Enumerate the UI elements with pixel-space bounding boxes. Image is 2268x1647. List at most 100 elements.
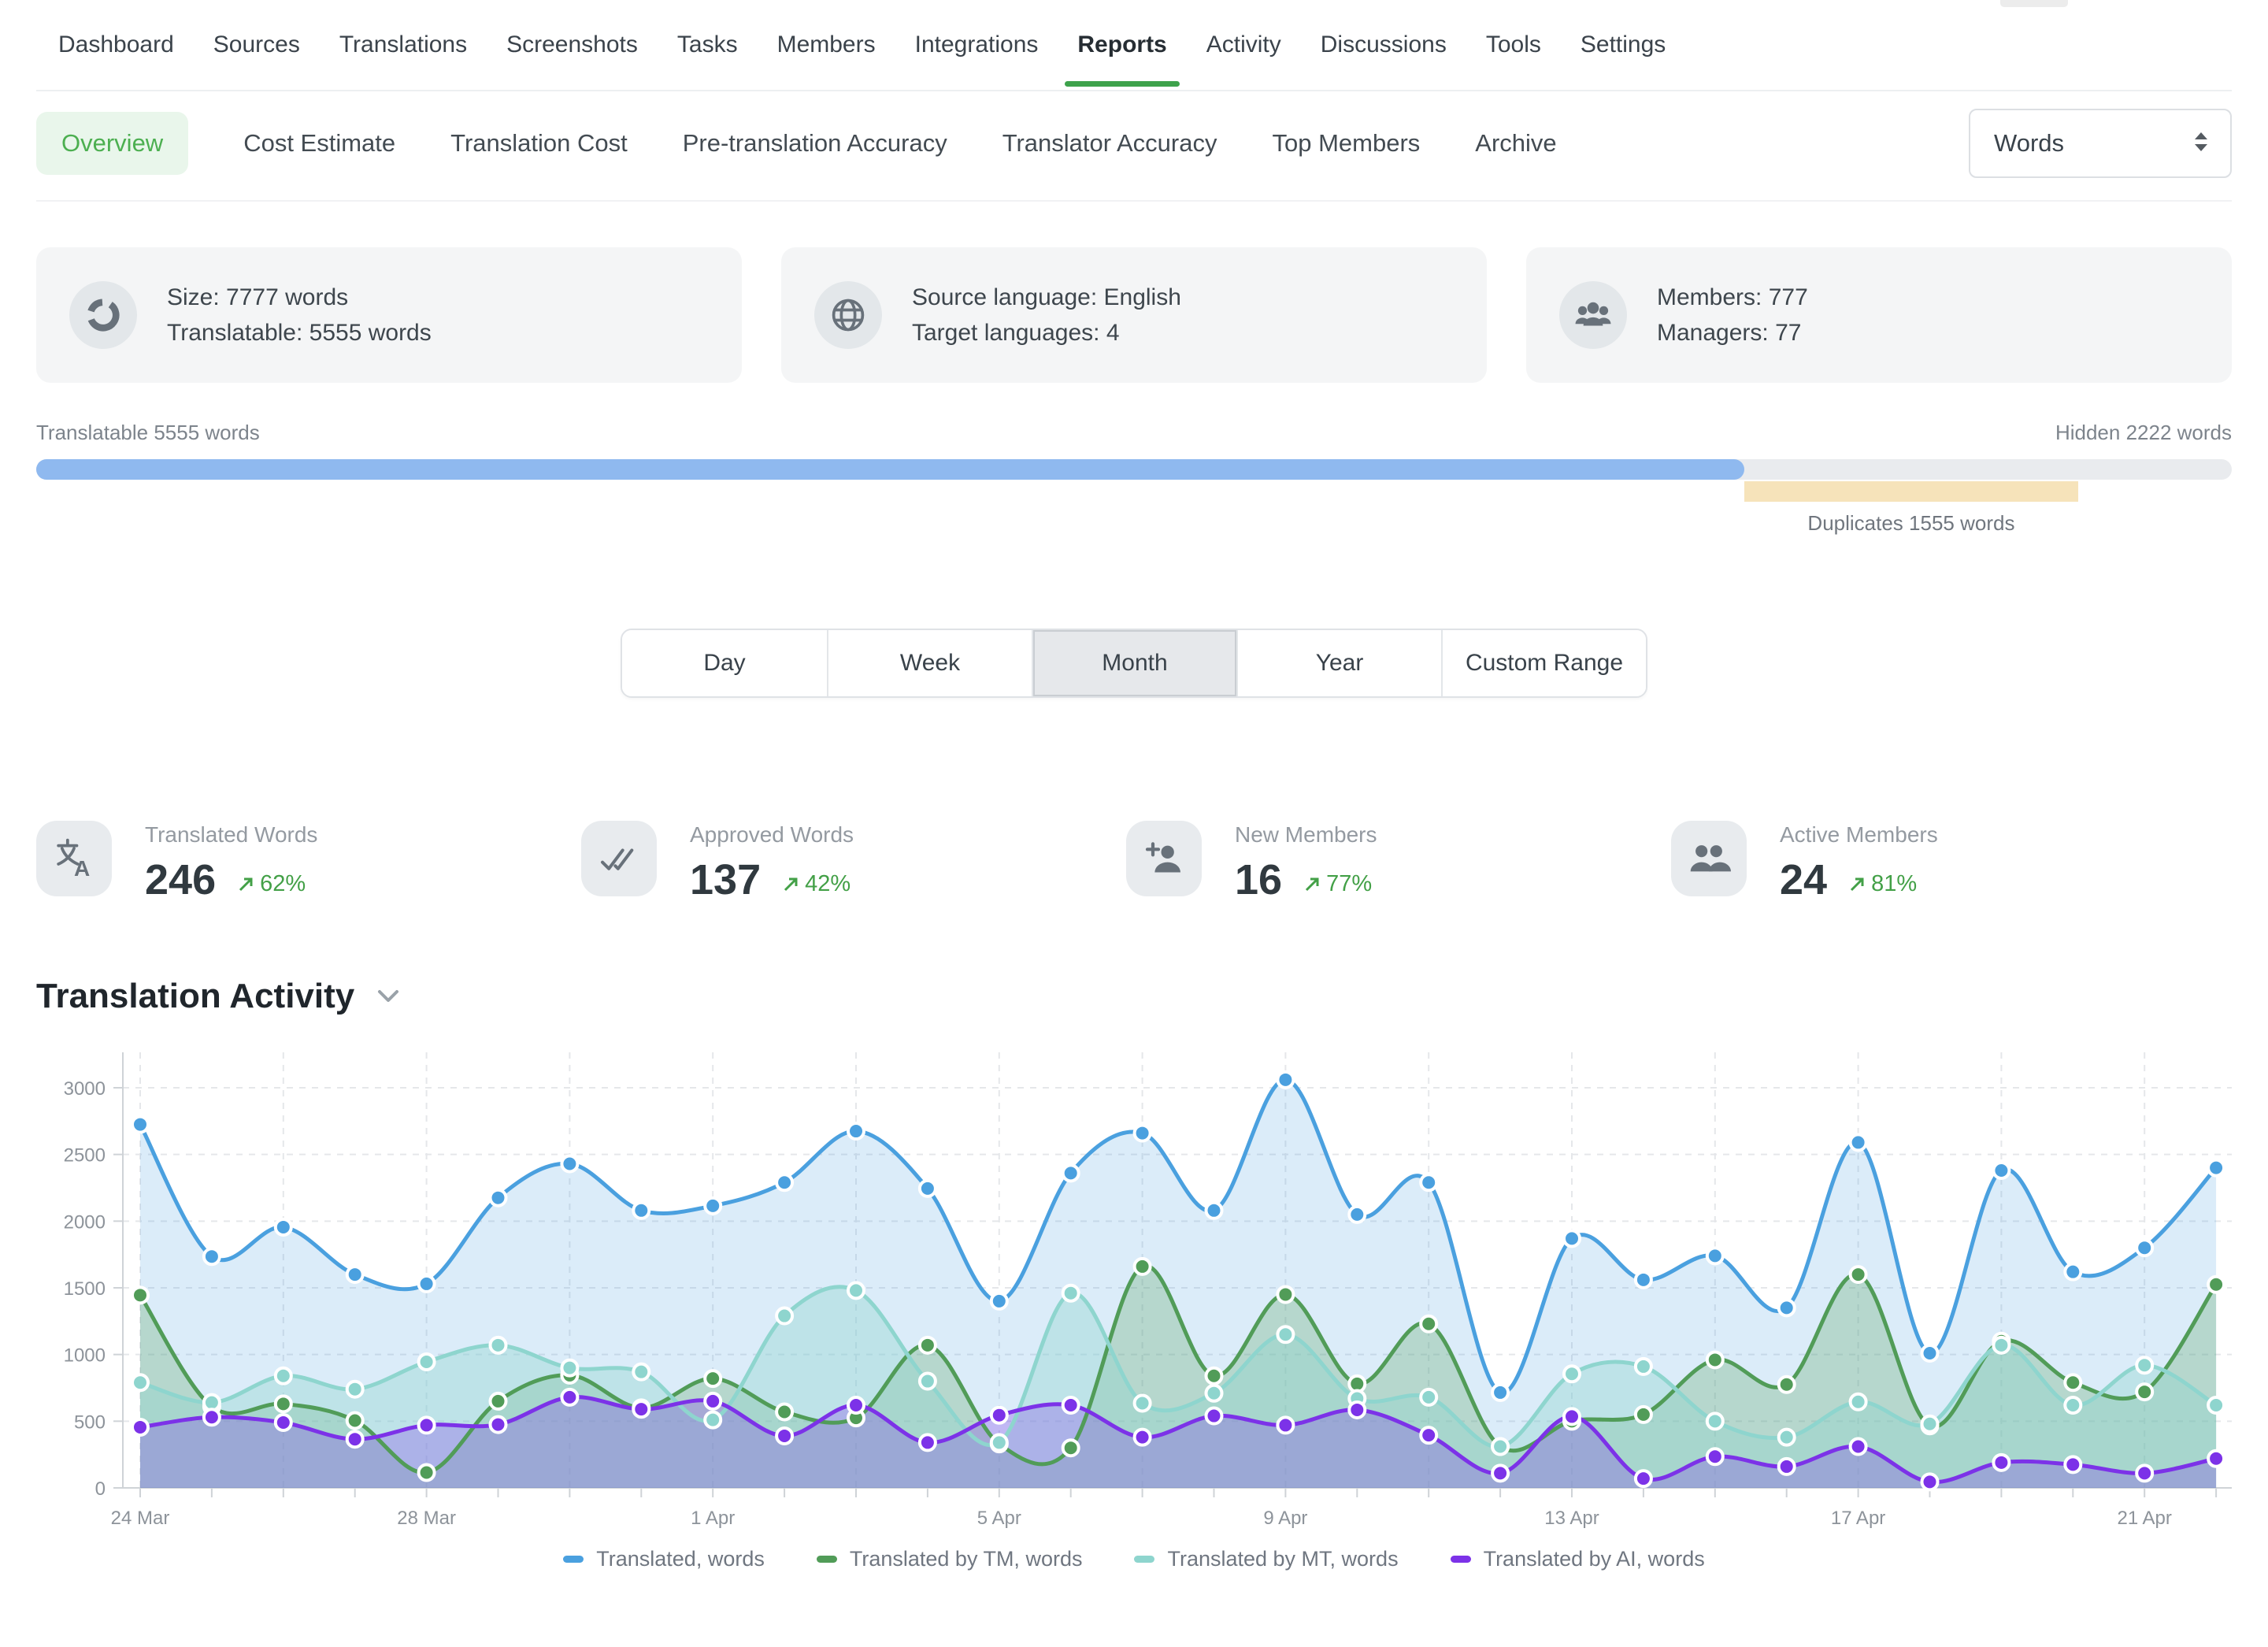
stat-label: Active Members bbox=[1780, 822, 1938, 848]
legend-item-translated-by-mt[interactable]: Translated by MT, words bbox=[1134, 1547, 1398, 1571]
translated-words-stat: A Translated Words 246 62% bbox=[36, 821, 581, 904]
range-tab-month[interactable]: Month bbox=[1032, 630, 1236, 696]
globe-icon bbox=[814, 281, 882, 349]
tab-archive[interactable]: Archive bbox=[1475, 129, 1556, 158]
kpi-stats: A Translated Words 246 62% Approved Word… bbox=[36, 821, 2232, 904]
reports-overview-page: Dashboard Sources Translations Screensho… bbox=[0, 0, 2268, 1647]
stat-delta: 62% bbox=[260, 871, 306, 897]
chart-legend: Translated, words Translated by TM, word… bbox=[36, 1547, 2232, 1571]
legend-item-translated-by-ai[interactable]: Translated by AI, words bbox=[1451, 1547, 1705, 1571]
svg-text:5 Apr: 5 Apr bbox=[977, 1508, 1021, 1529]
nav-item-screenshots[interactable]: Screenshots bbox=[505, 5, 639, 85]
svg-text:9 Apr: 9 Apr bbox=[1263, 1508, 1307, 1529]
approved-words-stat: Approved Words 137 42% bbox=[581, 821, 1126, 904]
reports-subnav: Overview Cost Estimate Translation Cost … bbox=[36, 91, 2232, 202]
legend-swatch bbox=[1134, 1556, 1154, 1563]
tab-overview[interactable]: Overview bbox=[36, 112, 188, 175]
stat-label: New Members bbox=[1235, 822, 1377, 848]
unit-select-value: Words bbox=[1994, 129, 2191, 158]
svg-text:28 Mar: 28 Mar bbox=[397, 1508, 456, 1529]
range-tab-custom-range[interactable]: Custom Range bbox=[1441, 630, 1646, 696]
translatable-words-label: Translatable 5555 words bbox=[36, 421, 260, 445]
source-language-line: Source language: English bbox=[912, 280, 1181, 315]
person-add-icon bbox=[1126, 821, 1202, 896]
sync-icon bbox=[69, 281, 137, 349]
hidden-words-label: Hidden 2222 words bbox=[2055, 421, 2232, 445]
svg-text:24 Mar: 24 Mar bbox=[111, 1508, 170, 1529]
svg-text:21 Apr: 21 Apr bbox=[2118, 1508, 2172, 1529]
top-navigation: Dashboard Sources Translations Screensho… bbox=[36, 0, 2232, 91]
summary-cards: Size: 7777 words Translatable: 5555 word… bbox=[36, 247, 2232, 383]
target-languages-line: Target languages: 4 bbox=[912, 315, 1181, 351]
legend-label: Translated by MT, words bbox=[1167, 1547, 1398, 1571]
translatable-line: Translatable: 5555 words bbox=[167, 315, 432, 351]
select-updown-icon bbox=[2191, 126, 2211, 161]
legend-swatch bbox=[1451, 1556, 1471, 1563]
nav-item-dashboard[interactable]: Dashboard bbox=[57, 5, 176, 85]
nav-item-discussions[interactable]: Discussions bbox=[1319, 5, 1448, 85]
nav-item-reports[interactable]: Reports bbox=[1076, 5, 1168, 85]
legend-item-translated-by-tm[interactable]: Translated by TM, words bbox=[817, 1547, 1083, 1571]
duplicates-label: Duplicates 1555 words bbox=[1807, 511, 2014, 536]
translatable-segment bbox=[36, 459, 1744, 480]
stat-label: Translated Words bbox=[145, 822, 317, 848]
tab-translator-accuracy[interactable]: Translator Accuracy bbox=[1002, 129, 1217, 158]
legend-item-translated[interactable]: Translated, words bbox=[563, 1547, 765, 1571]
nav-item-tools[interactable]: Tools bbox=[1484, 5, 1543, 85]
range-tab-week[interactable]: Week bbox=[827, 630, 1032, 696]
stat-label: Approved Words bbox=[690, 822, 854, 848]
trend-up-icon bbox=[1303, 874, 1323, 894]
svg-text:1 Apr: 1 Apr bbox=[691, 1508, 735, 1529]
trend-up-icon bbox=[1847, 874, 1868, 894]
nav-item-activity[interactable]: Activity bbox=[1205, 5, 1283, 85]
nav-item-settings[interactable]: Settings bbox=[1579, 5, 1667, 85]
range-tab-day[interactable]: Day bbox=[622, 630, 827, 696]
translate-icon: A bbox=[36, 821, 112, 896]
tab-translation-cost[interactable]: Translation Cost bbox=[450, 129, 628, 158]
svg-text:1000: 1000 bbox=[64, 1345, 106, 1367]
svg-text:2000: 2000 bbox=[64, 1211, 106, 1233]
translation-activity-chart: 05001000150020002500300024 Mar28 Mar1 Ap… bbox=[36, 1038, 2232, 1542]
stat-delta: 42% bbox=[805, 871, 850, 897]
tab-top-members[interactable]: Top Members bbox=[1272, 129, 1420, 158]
svg-text:17 Apr: 17 Apr bbox=[1831, 1508, 1885, 1529]
new-members-stat: New Members 16 77% bbox=[1126, 821, 1671, 904]
legend-label: Translated by AI, words bbox=[1484, 1547, 1705, 1571]
chart-title: Translation Activity bbox=[36, 977, 354, 1016]
svg-text:0: 0 bbox=[95, 1478, 106, 1500]
range-tab-year[interactable]: Year bbox=[1236, 630, 1441, 696]
legend-swatch bbox=[817, 1556, 837, 1563]
tab-pre-translation-accuracy[interactable]: Pre-translation Accuracy bbox=[683, 129, 947, 158]
words-progress-bar: Duplicates 1555 words bbox=[36, 459, 2232, 480]
nav-item-translations[interactable]: Translations bbox=[338, 5, 469, 85]
svg-text:2500: 2500 bbox=[64, 1145, 106, 1167]
nav-item-integrations[interactable]: Integrations bbox=[914, 5, 1040, 85]
nav-item-members[interactable]: Members bbox=[776, 5, 877, 85]
svg-text:A: A bbox=[74, 856, 90, 881]
chevron-down-icon[interactable] bbox=[375, 987, 402, 1006]
svg-text:3000: 3000 bbox=[64, 1078, 106, 1100]
members-line: Members: 777 bbox=[1657, 280, 1808, 315]
legend-label: Translated by TM, words bbox=[850, 1547, 1083, 1571]
managers-line: Managers: 77 bbox=[1657, 315, 1808, 351]
stat-delta: 77% bbox=[1326, 871, 1372, 897]
active-members-stat: Active Members 24 81% bbox=[1671, 821, 2216, 904]
date-range-tabs: Day Week Month Year Custom Range bbox=[36, 629, 2232, 698]
double-check-icon bbox=[581, 821, 657, 896]
languages-card: Source language: English Target language… bbox=[781, 247, 1487, 383]
nav-item-sources[interactable]: Sources bbox=[212, 5, 302, 85]
people-icon bbox=[1671, 821, 1747, 896]
svg-text:500: 500 bbox=[74, 1411, 106, 1433]
nav-item-tasks[interactable]: Tasks bbox=[676, 5, 739, 85]
legend-label: Translated, words bbox=[596, 1547, 765, 1571]
trend-up-icon bbox=[236, 874, 257, 894]
size-card: Size: 7777 words Translatable: 5555 word… bbox=[36, 247, 742, 383]
members-card: Members: 777 Managers: 77 bbox=[1526, 247, 2232, 383]
unit-select[interactable]: Words bbox=[1969, 109, 2232, 178]
words-progress: Translatable 5555 words Hidden 2222 word… bbox=[36, 421, 2232, 547]
tab-cost-estimate[interactable]: Cost Estimate bbox=[243, 129, 395, 158]
stat-value: 137 bbox=[690, 855, 761, 904]
stat-value: 246 bbox=[145, 855, 216, 904]
duplicates-segment bbox=[1744, 481, 2078, 502]
stat-value: 16 bbox=[1235, 855, 1282, 904]
